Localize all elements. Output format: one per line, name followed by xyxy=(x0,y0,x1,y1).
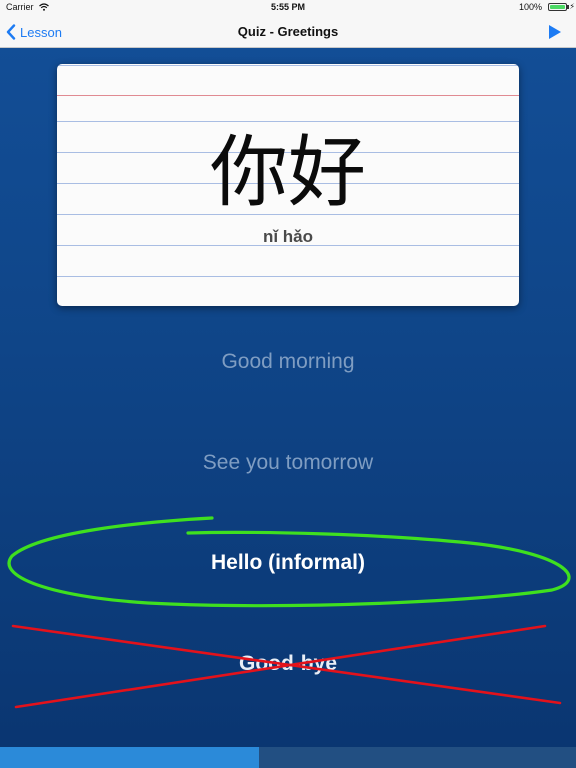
card-hanzi: 你好 xyxy=(209,128,366,218)
battery-percent: 100% xyxy=(518,2,542,12)
battery-icon xyxy=(548,3,567,11)
status-time: 5:55 PM xyxy=(270,2,305,12)
page-title: Quiz - Greetings xyxy=(237,24,339,39)
navigation-bar: Lesson Quiz - Greetings xyxy=(0,16,576,48)
charging-icon: ⚡ xyxy=(569,2,575,11)
answer-option-hello-informal[interactable]: Hello (informal) xyxy=(0,551,576,575)
answer-option-good-bye[interactable]: Good-bye xyxy=(0,652,576,676)
battery-level xyxy=(550,5,565,9)
answer-option-good-morning[interactable]: Good morning xyxy=(0,350,576,374)
quiz-progress-bar xyxy=(0,747,576,768)
status-bar: Carrier 5:55 PM 100% ⚡ xyxy=(0,0,576,16)
card-pinyin: nǐ hǎo xyxy=(262,227,314,246)
play-icon[interactable] xyxy=(548,24,562,40)
flashcard: 你好 nǐ hǎo xyxy=(57,64,519,306)
answer-option-see-you-tomorrow[interactable]: See you tomorrow xyxy=(0,451,576,475)
quiz-progress-fill xyxy=(0,747,260,768)
